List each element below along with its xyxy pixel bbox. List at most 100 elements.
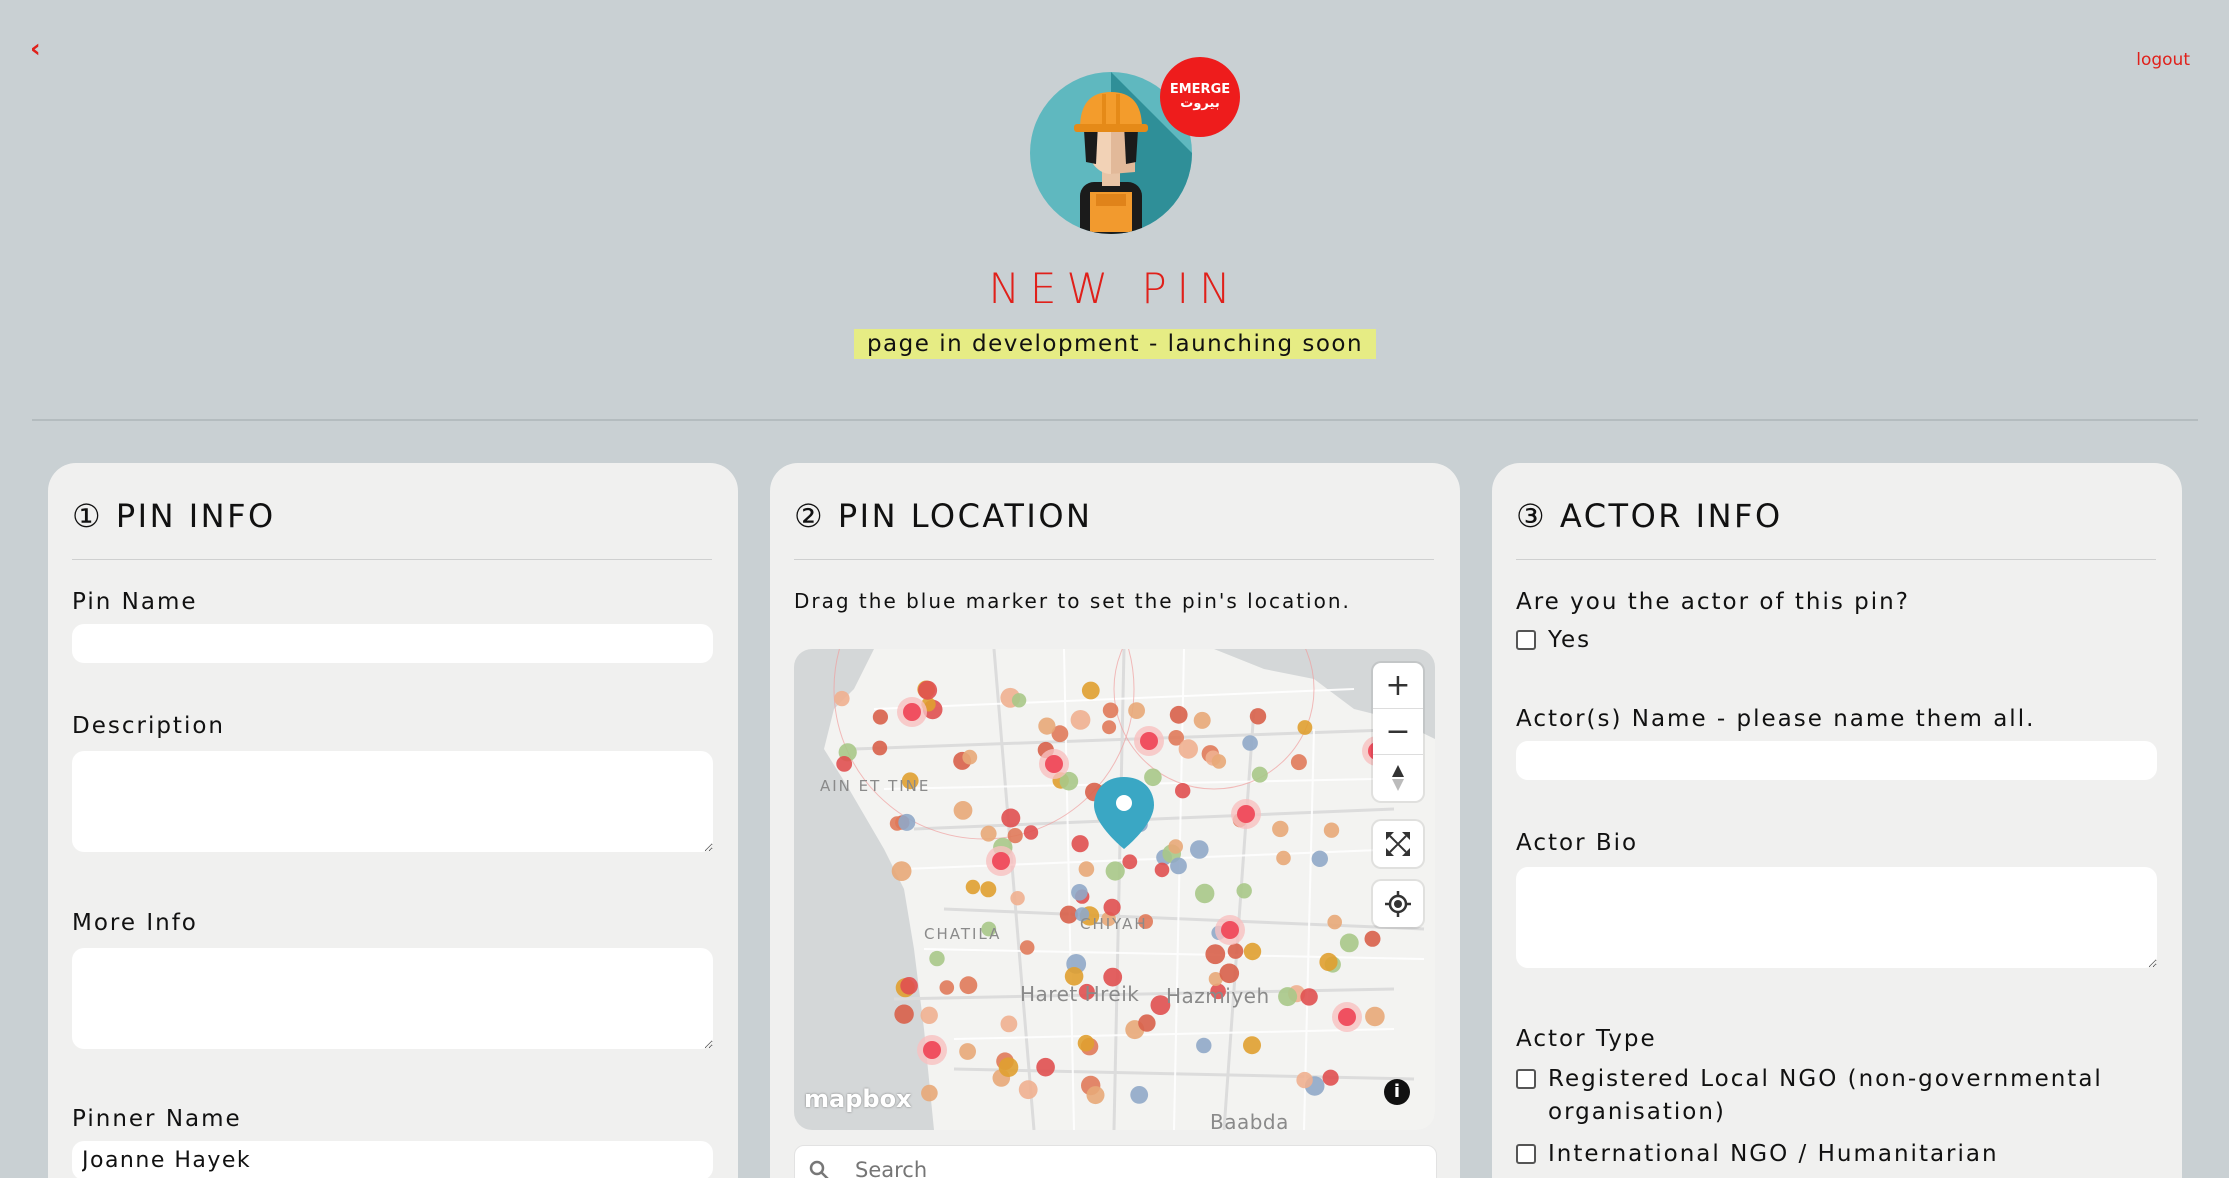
map-pin-dot[interactable]	[1019, 940, 1035, 955]
more-info-textarea[interactable]	[72, 948, 713, 1049]
map-pin-dot[interactable]	[980, 881, 997, 898]
map-pin-dot[interactable]	[1327, 914, 1342, 930]
map-pin-dot[interactable]	[998, 1057, 1019, 1077]
zoom-out-button[interactable]: −	[1373, 709, 1423, 755]
map-pin-dot[interactable]	[1071, 835, 1089, 853]
map-pin-dot[interactable]	[1190, 840, 1209, 859]
actor-type-checkbox[interactable]	[1516, 1144, 1536, 1164]
map-pin-dot[interactable]	[891, 861, 912, 881]
map-pin-dot[interactable]	[1249, 708, 1267, 725]
map-pin-dot-highlighted[interactable]	[1221, 921, 1239, 939]
map-pin-dot[interactable]	[1070, 710, 1091, 730]
map-pin-dot[interactable]	[1339, 933, 1359, 953]
map-pin-dot[interactable]	[1193, 711, 1211, 729]
map-pin-dot[interactable]	[1038, 717, 1056, 735]
map-pin-dot[interactable]	[1077, 1034, 1095, 1052]
map-pin-dot[interactable]	[898, 813, 916, 831]
map-pin-dot[interactable]	[1319, 952, 1338, 972]
location-map[interactable]: AIN ET TINE CHATILA CHIYAH Haret Hreik H…	[794, 649, 1435, 1130]
zoom-in-button[interactable]: +	[1373, 663, 1423, 709]
map-pin-dot[interactable]	[1128, 702, 1145, 719]
map-pin-dot[interactable]	[900, 977, 918, 995]
attribution-info-icon[interactable]: i	[1384, 1079, 1410, 1105]
map-pin-dot[interactable]	[1102, 720, 1117, 735]
map-pin-dot[interactable]	[1103, 898, 1121, 916]
map-pin-dot[interactable]	[1078, 861, 1095, 877]
yes-checkbox[interactable]	[1516, 630, 1536, 650]
map-pin-dot[interactable]	[836, 756, 853, 772]
actor-names-input[interactable]	[1516, 741, 2157, 780]
map-pin-dot-highlighted[interactable]	[903, 703, 921, 721]
map-pin-dot[interactable]	[962, 749, 978, 765]
map-pin-dot[interactable]	[1154, 862, 1170, 878]
map-pin-dot[interactable]	[1010, 891, 1025, 906]
map-pin-dot[interactable]	[1322, 1069, 1339, 1086]
map-pin-dot[interactable]	[1211, 754, 1227, 769]
map-pin-dot[interactable]	[965, 879, 981, 895]
map-pin-dot[interactable]	[959, 1043, 976, 1060]
map-canvas[interactable]: AIN ET TINE CHATILA CHIYAH Haret Hreik H…	[794, 649, 1435, 1130]
map-pin-dot[interactable]	[1236, 883, 1252, 899]
actor-bio-textarea[interactable]	[1516, 867, 2157, 968]
map-pin-dot[interactable]	[1000, 1015, 1018, 1033]
map-pin-dot[interactable]	[1001, 808, 1021, 828]
map-pin-dot[interactable]	[1018, 1080, 1038, 1100]
map-pin-dot[interactable]	[1011, 693, 1027, 708]
map-pin-dot[interactable]	[1311, 850, 1328, 867]
map-pin-dot-highlighted[interactable]	[1045, 755, 1063, 773]
map-pin-dot[interactable]	[1138, 1014, 1156, 1032]
geolocate-button[interactable]	[1373, 881, 1423, 927]
map-pin-dot[interactable]	[1365, 1006, 1385, 1027]
map-pin-dot[interactable]	[1086, 1086, 1105, 1105]
map-pin-dot[interactable]	[920, 1006, 938, 1024]
map-pin-dot[interactable]	[1071, 884, 1088, 901]
map-pin-dot[interactable]	[1242, 735, 1258, 751]
map-pin-dot[interactable]	[1178, 739, 1198, 759]
map-pin-dot[interactable]	[929, 950, 945, 967]
fullscreen-button[interactable]	[1373, 821, 1423, 867]
map-pin-dot[interactable]	[1297, 720, 1313, 735]
actor-type-option[interactable]: International NGO / Humanitarian	[1516, 1138, 2138, 1171]
map-pin-dot-highlighted[interactable]	[1140, 732, 1158, 750]
map-pin-dot[interactable]	[980, 825, 997, 842]
map-pin-dot[interactable]	[1272, 820, 1289, 838]
map-pin-dot[interactable]	[1276, 850, 1291, 866]
map-pin-dot[interactable]	[1168, 839, 1183, 854]
pin-name-input[interactable]	[72, 624, 713, 663]
map-pin-dot[interactable]	[1323, 822, 1340, 838]
map-pin-dot-highlighted[interactable]	[1338, 1008, 1356, 1026]
map-pin-dot[interactable]	[939, 980, 955, 995]
map-pin-dot-highlighted[interactable]	[923, 1041, 941, 1059]
map-pin-dot[interactable]	[1169, 705, 1188, 724]
map-pin-dot[interactable]	[1296, 1071, 1313, 1089]
map-pin-dot[interactable]	[1023, 825, 1039, 840]
description-textarea[interactable]	[72, 751, 713, 852]
compass-button[interactable]	[1373, 755, 1423, 801]
map-pin-dot[interactable]	[1144, 768, 1162, 787]
map-pin-dot[interactable]	[918, 680, 938, 700]
map-pin-dot[interactable]	[834, 690, 850, 707]
back-button[interactable]: ‹	[30, 34, 41, 64]
map-pin-dot[interactable]	[872, 740, 888, 756]
pinner-name-input[interactable]	[72, 1141, 713, 1178]
map-pin-dot[interactable]	[953, 801, 973, 820]
actor-type-option[interactable]: Registered Local NGO (non-governmental o…	[1516, 1063, 2138, 1129]
map-pin-dot[interactable]	[1219, 963, 1240, 984]
map-pin-dot[interactable]	[894, 1004, 914, 1024]
map-pin-dot[interactable]	[1102, 702, 1119, 719]
map-pin-dot[interactable]	[1300, 988, 1318, 1006]
map-pin-dot[interactable]	[872, 709, 888, 725]
map-pin-dot[interactable]	[1175, 783, 1191, 799]
map-pin-dot[interactable]	[1243, 942, 1262, 961]
map-pin-dot[interactable]	[1170, 857, 1187, 875]
map-pin-dot[interactable]	[1081, 681, 1100, 700]
map-pin-dot-highlighted[interactable]	[992, 852, 1010, 870]
map-pin-dot[interactable]	[1036, 1057, 1055, 1077]
map-pin-dot[interactable]	[1105, 861, 1125, 881]
logout-link[interactable]: logout	[2136, 50, 2190, 70]
map-pin-dot[interactable]	[1243, 1036, 1261, 1055]
is-actor-yes-option[interactable]: Yes	[1516, 624, 2138, 657]
map-pin-dot[interactable]	[1196, 1037, 1212, 1054]
map-pin-dot[interactable]	[1290, 754, 1307, 771]
map-pin-dot[interactable]	[1227, 943, 1244, 959]
